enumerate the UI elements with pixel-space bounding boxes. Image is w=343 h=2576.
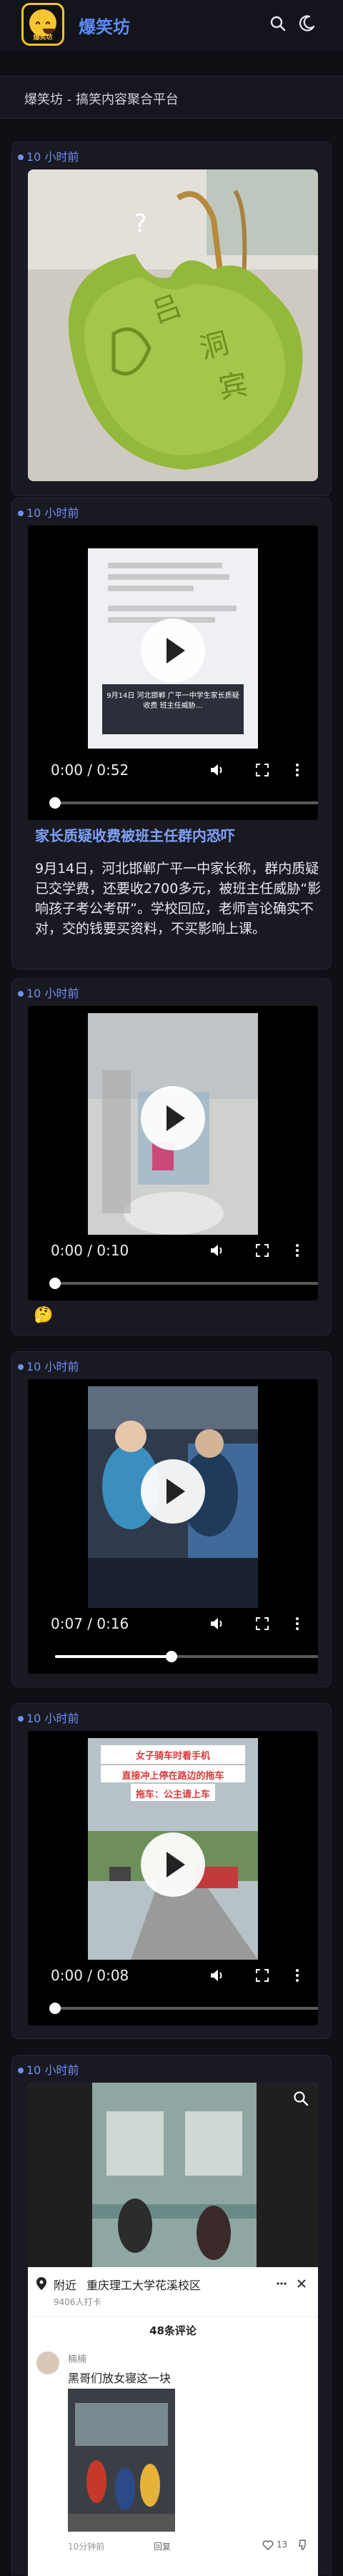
comment-text: 黑哥们放女寝这一块 <box>68 2372 172 2385</box>
post-card: 10 小时前 吕 洞 宾 ? <box>11 142 332 496</box>
comment-photo[interactable] <box>68 2389 175 2532</box>
avatar[interactable] <box>36 2352 59 2374</box>
fullscreen-icon[interactable] <box>255 1968 269 1983</box>
post-time: 10 小时前 <box>18 1711 79 1727</box>
post-image[interactable]: 吕 洞 宾 ? <box>28 169 318 481</box>
video-progress[interactable] <box>49 1278 318 1289</box>
video-player[interactable]: 女子骑车时看手机 直接冲上停在路边的拖车 拖车：公主请上车 0:00 / 0:0… <box>28 1731 318 2025</box>
post-card: 10 小时前 附近 重庆理工大学花溪校区 9406人打卡 48条评论 楠楠 黑哥… <box>11 2055 332 2576</box>
post-image[interactable]: 附近 重庆理工大学花溪校区 9406人打卡 48条评论 楠楠 黑哥们放女寝这一块… <box>28 2083 318 2576</box>
video-time: 0:00 / 0:08 <box>51 1967 129 1984</box>
reaction-emoji: 🤔 <box>34 1306 54 1324</box>
play-button[interactable] <box>141 1832 205 1897</box>
play-button[interactable] <box>141 618 205 683</box>
fullscreen-icon[interactable] <box>255 1243 269 1258</box>
top-bar: 爆笑坊 爆笑坊 <box>0 0 343 50</box>
volume-icon[interactable] <box>209 763 227 777</box>
more-options-icon[interactable] <box>294 1968 301 1983</box>
more-options-icon[interactable] <box>294 763 301 777</box>
location-name: 重庆理工大学花溪校区 <box>86 2279 202 2292</box>
fullscreen-icon[interactable] <box>255 763 269 777</box>
video-progress[interactable] <box>55 1651 318 1662</box>
post-time: 10 小时前 <box>18 149 79 165</box>
post-card: 10 小时前 女子骑车时看手机 直接冲上停在路边的拖车 拖车：公主请上车 0:0… <box>11 1703 332 2039</box>
more-options-icon[interactable] <box>294 1617 301 1631</box>
post-card: 10 小时前 9月14日 河北邯郸 广平一中学生家长质疑收费 班主任威胁… 0:… <box>11 498 332 969</box>
video-time: 0:07 / 0:16 <box>51 1615 129 1632</box>
thumbnail-caption: 9月14日 河北邯郸 广平一中学生家长质疑收费 班主任威胁… <box>106 692 239 710</box>
post-card: 10 小时前 0:00 / 0:10 🤔 <box>11 978 332 1336</box>
video-player[interactable]: 0:07 / 0:16 <box>28 1379 318 1674</box>
location-checkins: 9406人打卡 <box>54 2297 101 2307</box>
search-icon[interactable] <box>269 14 287 33</box>
comment-timestamp: 10分钟前 <box>68 2542 105 2552</box>
commenter-name[interactable]: 楠楠 <box>68 2352 86 2365</box>
close-icon[interactable] <box>297 2279 307 2289</box>
video-progress-knob[interactable] <box>49 1278 61 1289</box>
play-button[interactable] <box>141 1086 205 1150</box>
post-body: 9月14日，河北邯郸广平一中家长称，群内质疑已交学费，还要收2700多元，被班主… <box>35 861 322 937</box>
sub-header: 爆笑坊 - 搞笑内容聚合平台 <box>0 76 343 119</box>
mooncake-image: 吕 洞 宾 ? <box>28 169 318 481</box>
location-bar[interactable]: 附近 重庆理工大学花溪校区 9406人打卡 <box>28 2267 318 2317</box>
platform-tagline: 爆笑坊 - 搞笑内容聚合平台 <box>24 92 179 107</box>
comments-header: 48条评论 <box>149 2324 197 2337</box>
site-title[interactable]: 爆笑坊 <box>79 13 130 38</box>
more-options-icon[interactable] <box>277 2279 287 2289</box>
moon-icon[interactable] <box>297 14 316 33</box>
video-player[interactable]: 0:00 / 0:10 <box>28 1006 318 1301</box>
site-logo[interactable]: 爆笑坊 <box>21 3 64 46</box>
video-progress[interactable] <box>49 2003 318 2014</box>
volume-icon[interactable] <box>209 1968 227 1983</box>
heart-icon[interactable] <box>262 2540 274 2550</box>
post-time: 10 小时前 <box>18 986 79 1002</box>
logo-text: 爆笑坊 <box>33 34 53 41</box>
post-time: 10 小时前 <box>18 1359 79 1375</box>
thumbnail-caption-1: 女子骑车时看手机 <box>135 1751 210 1762</box>
post-title[interactable]: 家长质疑收费被班主任群内恐吓 <box>35 824 235 845</box>
thumbnail-caption-2: 直接冲上停在路边的拖车 <box>121 1771 224 1782</box>
laughing-face-icon <box>29 9 56 36</box>
video-time: 0:00 / 0:10 <box>51 1242 129 1259</box>
dorm-photo <box>28 2083 318 2267</box>
more-options-icon[interactable] <box>294 1243 301 1258</box>
volume-icon[interactable] <box>209 1617 227 1631</box>
svg-text:宾: 宾 <box>217 368 250 405</box>
post-card: 10 小时前 0:07 / 0:16 <box>11 1351 332 1687</box>
location-pin-icon <box>36 2277 46 2290</box>
fullscreen-icon[interactable] <box>255 1617 269 1631</box>
video-player[interactable]: 9月14日 河北邯郸 广平一中学生家长质疑收费 班主任威胁… 0:00 / 0:… <box>28 525 318 820</box>
volume-icon[interactable] <box>209 1243 227 1258</box>
video-progress[interactable] <box>49 797 318 809</box>
video-progress-knob[interactable] <box>49 2003 61 2014</box>
like-count: 13 <box>277 2540 288 2550</box>
reply-button[interactable]: 回复 <box>154 2540 171 2552</box>
post-time: 10 小时前 <box>18 2063 79 2078</box>
location-label: 附近 <box>54 2279 77 2292</box>
video-progress-fill <box>55 1655 172 1658</box>
video-progress-knob[interactable] <box>166 1651 177 1662</box>
search-icon[interactable] <box>292 2090 309 2107</box>
play-button[interactable] <box>141 1459 205 1524</box>
post-time: 10 小时前 <box>18 505 79 521</box>
thumbnail-caption-3: 拖车：公主请上车 <box>135 1790 210 1800</box>
video-time: 0:00 / 0:52 <box>51 761 129 779</box>
dislike-icon[interactable] <box>298 2539 308 2550</box>
video-progress-knob[interactable] <box>49 797 61 809</box>
svg-text:?: ? <box>134 209 147 239</box>
